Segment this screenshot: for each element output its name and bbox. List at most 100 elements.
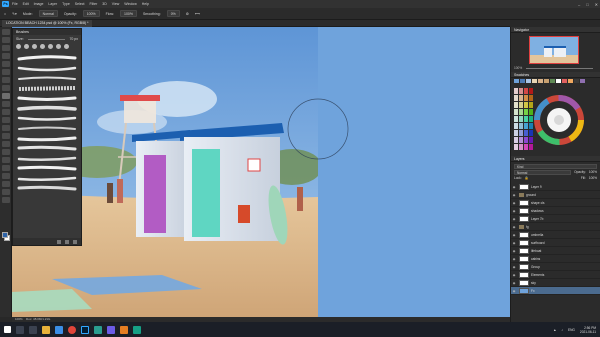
new-brush-icon[interactable] bbox=[65, 239, 69, 244]
layer-row[interactable]: ◉ Elements bbox=[511, 271, 600, 279]
visibility-eye-icon[interactable]: ◉ bbox=[511, 225, 517, 229]
swatch[interactable] bbox=[568, 79, 573, 83]
navigator-zoom-value[interactable]: 100% bbox=[514, 66, 522, 70]
color-grid-cell[interactable] bbox=[529, 137, 533, 143]
recent-brush-1[interactable] bbox=[16, 44, 21, 49]
brush-size-value[interactable]: 70 px bbox=[69, 37, 78, 41]
visibility-eye-icon[interactable]: ◉ bbox=[511, 193, 517, 197]
visibility-eye-icon[interactable]: ◉ bbox=[511, 209, 517, 213]
chrome-icon[interactable] bbox=[68, 325, 76, 334]
visibility-eye-icon[interactable]: ◉ bbox=[511, 241, 517, 245]
visibility-eye-icon[interactable]: ◉ bbox=[511, 185, 517, 189]
color-grid-cell[interactable] bbox=[514, 88, 518, 94]
task-view-icon[interactable] bbox=[29, 325, 37, 334]
layer-row[interactable]: ◉ ground bbox=[511, 191, 600, 199]
app-icon[interactable] bbox=[94, 325, 102, 334]
new-brush-folder-icon[interactable] bbox=[57, 239, 61, 244]
brush-size-slider[interactable] bbox=[27, 38, 66, 40]
app-icon[interactable] bbox=[120, 325, 128, 334]
visibility-eye-icon[interactable]: ◉ bbox=[511, 201, 517, 205]
visibility-eye-icon[interactable]: ◉ bbox=[511, 257, 517, 261]
document-tab[interactable]: LOCATION BEACH 1234 psd @ 100% (Fx, RGB/… bbox=[2, 20, 93, 27]
path-select-tool-icon[interactable] bbox=[1, 165, 10, 171]
recent-brush-4[interactable] bbox=[40, 44, 45, 49]
visibility-eye-icon[interactable]: ◉ bbox=[511, 281, 517, 285]
home-icon[interactable]: ⌂ bbox=[4, 12, 6, 16]
brush-stroke-preview[interactable] bbox=[17, 85, 76, 92]
swatch[interactable] bbox=[520, 79, 525, 83]
color-grid-cell[interactable] bbox=[529, 116, 533, 122]
smoothing-field[interactable]: 0% bbox=[166, 10, 180, 17]
dodge-tool-icon[interactable] bbox=[1, 141, 10, 147]
layer-row[interactable]: ◉ Group bbox=[511, 263, 600, 271]
delete-brush-icon[interactable] bbox=[73, 239, 77, 244]
color-grid-cell[interactable] bbox=[519, 123, 523, 129]
menu-view[interactable]: View bbox=[112, 2, 120, 6]
app-icon[interactable] bbox=[133, 325, 141, 334]
brush-stroke-preview[interactable] bbox=[17, 175, 77, 182]
color-grid-cell[interactable] bbox=[524, 102, 528, 108]
blend-mode-select[interactable]: Normal bbox=[514, 170, 572, 175]
color-wheel-picker[interactable] bbox=[513, 86, 589, 154]
brush-stroke-preview[interactable] bbox=[17, 125, 76, 132]
mode-select[interactable]: Normal bbox=[38, 10, 58, 17]
navigator-zoom-slider[interactable] bbox=[526, 68, 593, 69]
color-grid-cell[interactable] bbox=[519, 88, 523, 94]
history-brush-tool-icon[interactable] bbox=[1, 109, 10, 115]
color-grid-cell[interactable] bbox=[529, 88, 533, 94]
menu-window[interactable]: Window bbox=[124, 2, 136, 6]
color-grid-cell[interactable] bbox=[519, 144, 523, 150]
visibility-eye-icon[interactable]: ◉ bbox=[511, 217, 517, 221]
color-grid-cell[interactable] bbox=[519, 137, 523, 143]
menu-image[interactable]: Image bbox=[34, 2, 44, 6]
brush-stroke-preview[interactable] bbox=[17, 55, 77, 62]
color-grid-cell[interactable] bbox=[514, 102, 518, 108]
layer-row[interactable]: ◉ shape cls bbox=[511, 199, 600, 207]
menu-filter[interactable]: Filter bbox=[90, 2, 98, 6]
visibility-eye-icon[interactable]: ◉ bbox=[511, 265, 517, 269]
color-grid-cell[interactable] bbox=[524, 137, 528, 143]
status-zoom[interactable]: 100% bbox=[15, 317, 23, 321]
photoshop-taskbar-icon[interactable] bbox=[81, 325, 89, 334]
color-grid-cell[interactable] bbox=[514, 130, 518, 136]
color-grid-cell[interactable] bbox=[524, 130, 528, 136]
more-tools-icon[interactable] bbox=[1, 197, 10, 203]
layer-filter-kind[interactable]: Kind bbox=[514, 164, 597, 169]
color-grid-cell[interactable] bbox=[514, 144, 518, 150]
swatch[interactable] bbox=[550, 79, 555, 83]
fill-value[interactable]: 100% bbox=[589, 176, 597, 180]
lock-icon[interactable]: 🔒 bbox=[525, 176, 529, 180]
layer-row[interactable]: ◉ cabins bbox=[511, 255, 600, 263]
swatch[interactable] bbox=[562, 79, 567, 83]
layer-row[interactable]: ◉ shadows bbox=[511, 207, 600, 215]
network-icon[interactable]: ▲ bbox=[553, 328, 556, 332]
lasso-tool-icon[interactable] bbox=[1, 45, 10, 51]
layer-row[interactable]: ◉ Layer 7b bbox=[511, 215, 600, 223]
menu-type[interactable]: Type bbox=[62, 2, 70, 6]
layer-row[interactable]: ◉ surfboard bbox=[511, 239, 600, 247]
color-grid-cell[interactable] bbox=[524, 123, 528, 129]
swatch[interactable] bbox=[580, 79, 585, 83]
color-grid-cell[interactable] bbox=[524, 144, 528, 150]
layer-row[interactable]: ◉ lifeboat bbox=[511, 247, 600, 255]
color-grid-cell[interactable] bbox=[529, 130, 533, 136]
menu-3d[interactable]: 3D bbox=[102, 2, 106, 6]
color-grid-cell[interactable] bbox=[524, 88, 528, 94]
search-icon[interactable] bbox=[16, 325, 24, 334]
brush-stroke-preview[interactable] bbox=[17, 135, 77, 142]
blur-tool-icon[interactable] bbox=[1, 133, 10, 139]
swatch[interactable] bbox=[556, 79, 561, 83]
frame-tool-icon[interactable] bbox=[1, 69, 10, 75]
minimize-button[interactable]: – bbox=[578, 2, 580, 7]
brush-stroke-preview[interactable] bbox=[17, 65, 77, 72]
recent-brush-3[interactable] bbox=[32, 44, 37, 49]
marquee-tool-icon[interactable] bbox=[1, 37, 10, 43]
recent-brush-6[interactable] bbox=[56, 44, 61, 49]
layer-row[interactable]: ◉ sky bbox=[511, 279, 600, 287]
clone-stamp-tool-icon[interactable] bbox=[1, 101, 10, 107]
color-grid-cell[interactable] bbox=[514, 123, 518, 129]
eraser-tool-icon[interactable] bbox=[1, 117, 10, 123]
color-grid-cell[interactable] bbox=[519, 102, 523, 108]
visibility-eye-icon[interactable]: ◉ bbox=[511, 289, 517, 293]
color-grid-cell[interactable] bbox=[524, 95, 528, 101]
